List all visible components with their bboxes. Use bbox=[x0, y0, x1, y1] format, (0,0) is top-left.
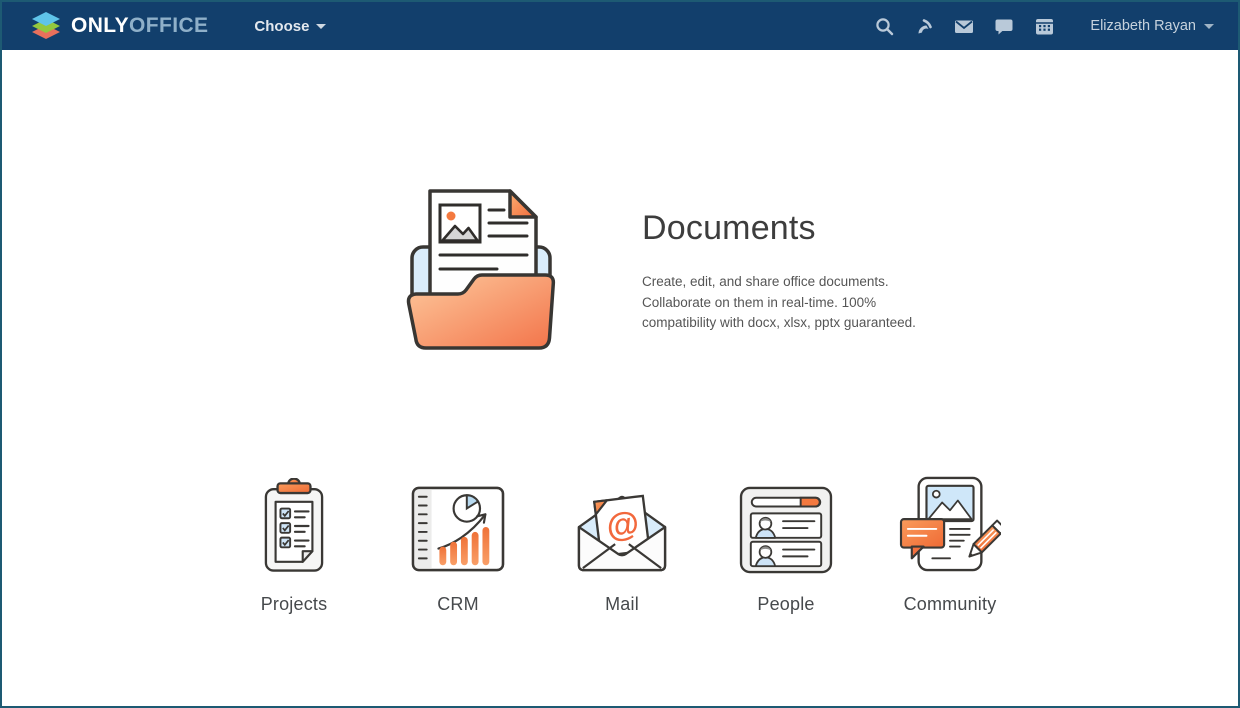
community-icon bbox=[899, 476, 1001, 574]
mail-module-icon: @ bbox=[573, 484, 671, 574]
logo-wordmark: ONLYOFFICE bbox=[71, 14, 208, 38]
feed-icon bbox=[915, 17, 934, 36]
people-icon bbox=[739, 486, 833, 574]
user-name: Elizabeth Rayan bbox=[1090, 18, 1196, 34]
mail-button[interactable] bbox=[944, 10, 984, 42]
documents-description: Create, edit, and share office documents… bbox=[642, 272, 942, 334]
mail-icon bbox=[954, 17, 974, 36]
choose-menu-button[interactable]: Choose bbox=[254, 18, 326, 35]
documents-description-line: Collaborate on them in real-time. 100% bbox=[642, 293, 942, 314]
module-label-crm: CRM bbox=[437, 594, 479, 615]
at-symbol-glyph: @ bbox=[604, 505, 641, 546]
calendar-button[interactable] bbox=[1024, 10, 1064, 42]
module-label-community: Community bbox=[904, 594, 997, 615]
chevron-down-icon bbox=[1204, 24, 1214, 29]
chevron-down-icon bbox=[316, 24, 326, 29]
logo-word-only: ONLY bbox=[71, 14, 129, 37]
navbar-actions: Elizabeth Rayan bbox=[864, 10, 1214, 42]
projects-icon bbox=[263, 478, 325, 574]
user-menu-button[interactable]: Elizabeth Rayan bbox=[1090, 18, 1214, 34]
calendar-icon bbox=[1035, 17, 1054, 36]
module-label-projects: Projects bbox=[261, 594, 328, 615]
documents-description-line: compatibility with docx, xlsx, pptx guar… bbox=[642, 313, 942, 334]
chat-icon bbox=[994, 17, 1014, 36]
module-crm[interactable]: CRM bbox=[376, 470, 540, 615]
top-navbar: ONLYOFFICE Choose bbox=[2, 2, 1238, 50]
choose-label: Choose bbox=[254, 18, 309, 35]
module-projects[interactable]: Projects bbox=[212, 470, 376, 615]
documents-description-line: Create, edit, and share office documents… bbox=[642, 272, 942, 293]
module-people[interactable]: People bbox=[704, 470, 868, 615]
documents-module-hero: Documents Create, edit, and share office… bbox=[400, 185, 942, 357]
documents-title-link[interactable]: Documents bbox=[642, 209, 942, 248]
onlyoffice-logo[interactable]: ONLYOFFICE bbox=[30, 11, 208, 41]
module-mail[interactable]: @ Mail bbox=[540, 470, 704, 615]
chat-button[interactable] bbox=[984, 10, 1024, 42]
logo-word-office: OFFICE bbox=[129, 14, 208, 37]
module-label-mail: Mail bbox=[605, 594, 639, 615]
search-icon bbox=[875, 17, 894, 36]
logo-layers-icon bbox=[30, 11, 62, 41]
documents-folder-icon[interactable] bbox=[400, 185, 562, 357]
search-button[interactable] bbox=[864, 10, 904, 42]
feed-button[interactable] bbox=[904, 10, 944, 42]
module-label-people: People bbox=[757, 594, 814, 615]
module-chooser-row: Projects bbox=[212, 470, 1032, 615]
documents-hero-text: Documents Create, edit, and share office… bbox=[642, 185, 942, 357]
module-community[interactable]: Community bbox=[868, 470, 1032, 615]
crm-icon bbox=[411, 484, 505, 574]
